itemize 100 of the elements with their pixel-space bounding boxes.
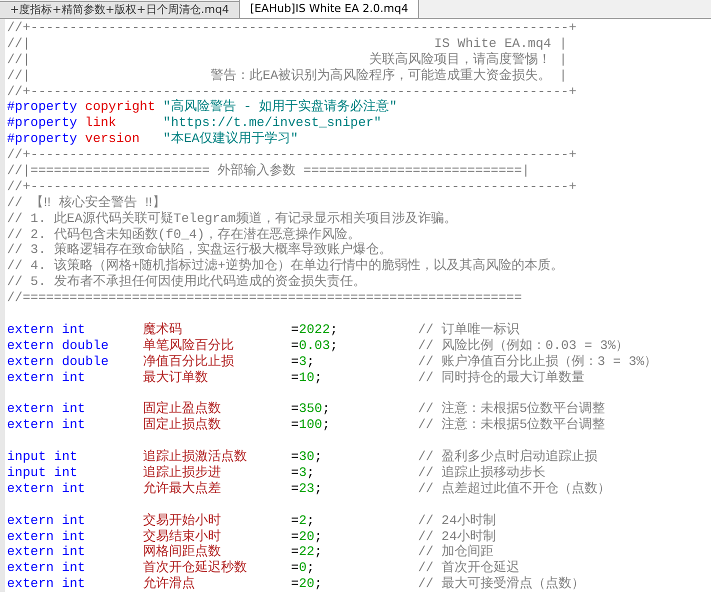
- string-literal: "https://t.me/invest_sniper": [163, 115, 382, 131]
- number-literal: 0.03: [298, 338, 330, 354]
- number-literal: 20: [298, 528, 314, 544]
- code-comment: //+---------------------------------------------------------------------+: [7, 84, 576, 99]
- type-keyword: extern: [7, 354, 54, 370]
- assign-operator: =: [291, 449, 299, 465]
- code-comment: //+---------------------------------------------------------------------+: [7, 147, 576, 163]
- type-keyword: int: [62, 417, 86, 434]
- code-comment: // 追踪止损移动步长: [418, 464, 546, 481]
- variable-name: 允许滑点: [143, 576, 196, 592]
- type-keyword: int: [54, 464, 78, 481]
- number-literal: 23: [298, 480, 314, 497]
- variable-name: 交易开始小时: [143, 512, 222, 528]
- semicolon: ;: [314, 480, 322, 497]
- assign-operator: =: [291, 544, 299, 560]
- variable-name: 交易结束小时: [143, 528, 222, 544]
- semicolon: ;: [306, 354, 314, 370]
- code-comment: //|: [7, 52, 30, 68]
- assign-operator: =: [291, 401, 299, 418]
- assign-operator: =: [291, 560, 299, 576]
- type-keyword: int: [62, 576, 86, 592]
- type-keyword: int: [62, 480, 86, 497]
- semicolon: ;: [314, 528, 322, 544]
- variable-name: 固定止损点数: [143, 417, 222, 434]
- code-comment: // 注意：未根据5位数平台调整: [418, 417, 606, 434]
- code-comment: |: [559, 36, 567, 52]
- type-keyword: int: [62, 512, 86, 528]
- type-keyword: extern: [7, 401, 54, 418]
- type-keyword: extern: [7, 576, 54, 592]
- code-comment: //|: [7, 36, 30, 52]
- code-comment: // 24小时制: [418, 528, 496, 544]
- semicolon: ;: [314, 576, 322, 592]
- code-comment: // 风险比例（例如：0.03 = 3%）: [418, 338, 629, 354]
- code-comment: // 2. 代码包含未知函数(f0_4)，存在潜在恶意操作风险。: [7, 226, 361, 242]
- preprocessor-directive: #property: [7, 99, 78, 116]
- semicolon: ;: [306, 512, 314, 528]
- semicolon: ;: [330, 338, 338, 354]
- number-literal: 350: [298, 401, 322, 418]
- variable-name: 网格间距点数: [143, 544, 222, 560]
- number-literal: 3: [298, 464, 307, 481]
- assign-operator: =: [291, 464, 299, 481]
- property-name: copyright: [85, 99, 156, 116]
- semicolon: ;: [314, 449, 322, 465]
- code-comment: //+---------------------------------------------------------------------+: [7, 20, 576, 36]
- number-literal: 3: [298, 354, 307, 370]
- file-tab[interactable]: +度指标+精简参数+版权+日个周清仓.mq4: [0, 1, 240, 18]
- assign-operator: =: [291, 512, 299, 528]
- number-literal: 22: [298, 544, 314, 560]
- variable-name: 首次开仓延迟秒数: [143, 560, 248, 576]
- assign-operator: =: [291, 370, 299, 386]
- type-keyword: extern: [7, 528, 54, 544]
- semicolon: ;: [306, 560, 314, 576]
- preprocessor-directive: #property: [7, 131, 78, 148]
- code-comment: //|: [7, 68, 30, 84]
- code-comment: // 【‼ 核心安全警告 ‼】: [7, 194, 166, 211]
- type-keyword: input: [7, 449, 46, 465]
- number-literal: 2022: [298, 322, 330, 338]
- code-comment: // 3. 策略逻辑存在致命缺陷，实盘运行极大概率导致账户爆仓。: [7, 242, 392, 258]
- assign-operator: =: [291, 338, 299, 354]
- variable-name: 允许最大点差: [143, 480, 222, 497]
- variable-name: 单笔风险百分比: [143, 338, 235, 354]
- variable-name: 追踪止损激活点数: [143, 449, 248, 465]
- code-comment: // 注意：未根据5位数平台调整: [418, 401, 606, 417]
- type-keyword: extern: [7, 544, 54, 560]
- type-keyword: input: [7, 464, 46, 481]
- variable-name: 追踪止损步进: [143, 464, 222, 481]
- type-keyword: extern: [7, 322, 54, 338]
- code-comment: // 4. 该策略（网格+随机指标过滤+逆势加仓）在单边行情中的脆弱性，以及其高风险的本质。: [7, 258, 564, 274]
- semicolon: ;: [330, 322, 338, 338]
- code-comment: // 订单唯一标识: [418, 322, 520, 338]
- semicolon: ;: [314, 544, 322, 560]
- type-keyword: int: [54, 449, 78, 465]
- code-comment: 关联高风险项目，请高度警惕！: [368, 52, 552, 68]
- code-comment: // 5. 发布者不承担任何因使用此代码造成的资金损失责任。: [7, 274, 366, 290]
- variable-name: 最大订单数: [143, 370, 209, 386]
- assign-operator: =: [291, 322, 299, 338]
- string-literal: "高风险警告 - 如用于实盘请务必注意": [163, 99, 398, 116]
- number-literal: 0: [298, 560, 307, 576]
- code-comment: IS White EA.mq4: [433, 36, 552, 52]
- type-keyword: int: [62, 370, 86, 386]
- semicolon: ;: [314, 370, 322, 386]
- assign-operator: =: [291, 528, 299, 544]
- semicolon: ;: [306, 464, 314, 481]
- code-comment: |: [559, 68, 567, 84]
- variable-name: 固定止盈点数: [143, 401, 222, 417]
- string-literal: "本EA仅建议用于学习": [163, 131, 298, 148]
- number-literal: 10: [298, 370, 314, 386]
- type-keyword: extern: [7, 417, 54, 434]
- number-literal: 30: [298, 449, 314, 465]
- file-tab[interactable]: [EAHub]IS White EA 2.0.mq4: [239, 0, 420, 18]
- code-comment: // 24小时制: [418, 512, 496, 528]
- code-comment: // 盈利多少点时启动追踪止损: [418, 449, 598, 465]
- semicolon: ;: [322, 417, 330, 434]
- type-keyword: int: [62, 401, 86, 418]
- code-comment: //|======================= 外部输入参数 ============================|: [7, 163, 530, 179]
- type-keyword: extern: [7, 512, 54, 528]
- assign-operator: =: [291, 417, 299, 434]
- property-name: link: [85, 115, 118, 132]
- type-keyword: extern: [7, 370, 54, 386]
- number-literal: 100: [298, 417, 322, 434]
